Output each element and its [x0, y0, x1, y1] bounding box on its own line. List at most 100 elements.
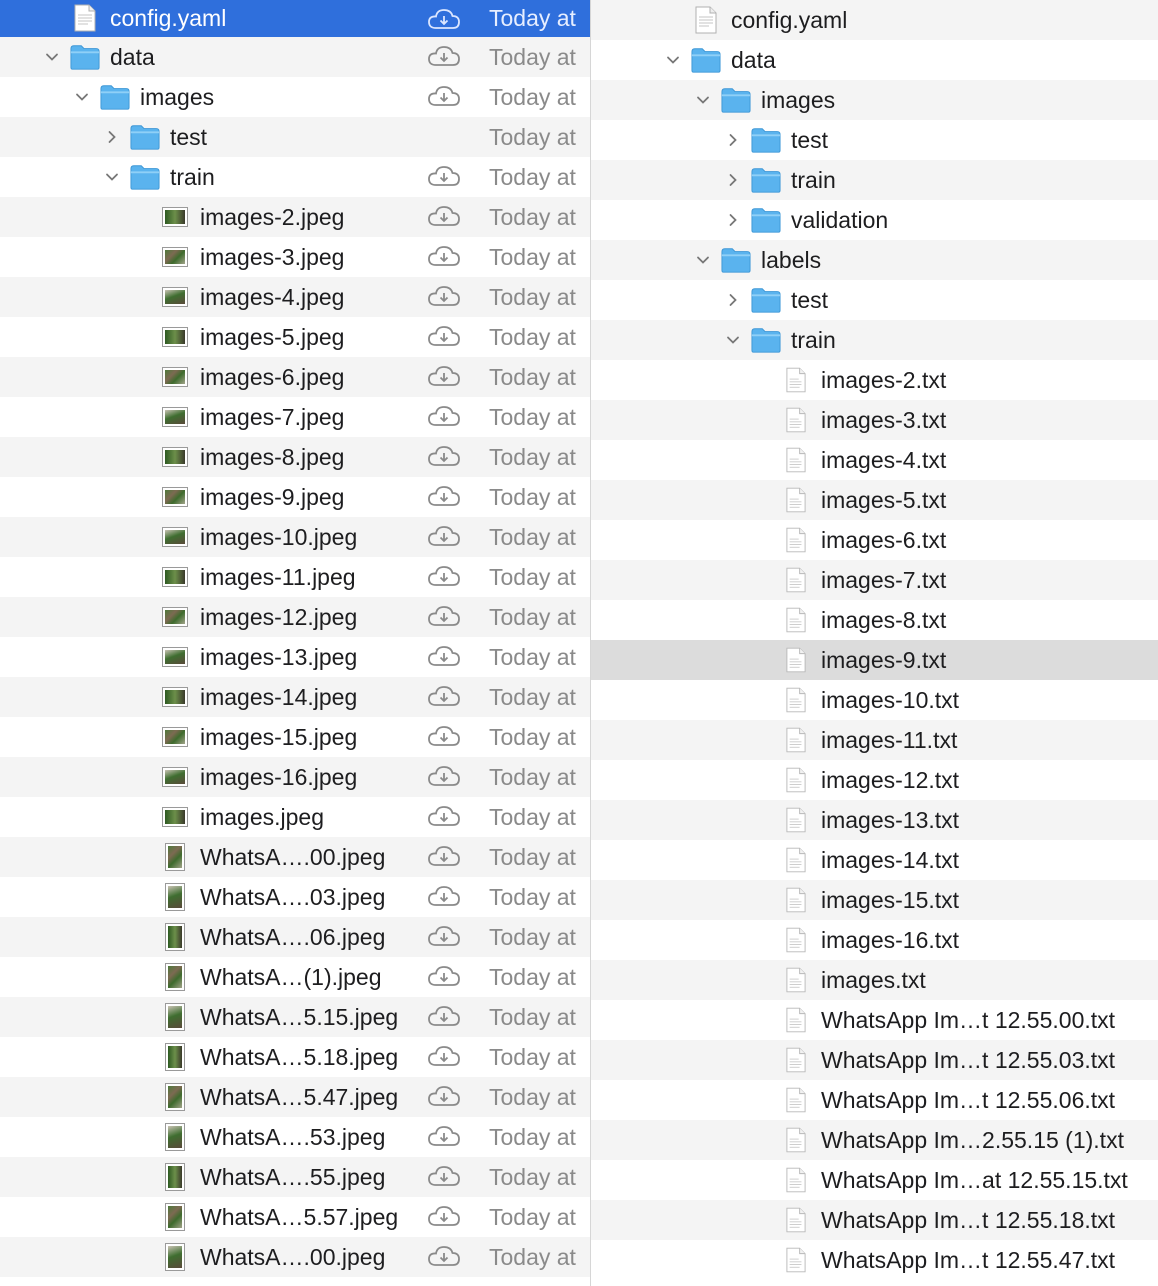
file-row[interactable]: WhatsA…5.18.jpeg Today at — [0, 1037, 590, 1077]
icloud-download-icon[interactable] — [427, 85, 461, 109]
finder-list-left[interactable]: config.yaml Today at data Today at images Tod… — [0, 0, 590, 1286]
file-row[interactable]: WhatsA….03.jpeg Today at — [0, 877, 590, 917]
file-row[interactable]: WhatsApp Im…t 12.55.03.txt — [591, 1040, 1158, 1080]
file-row[interactable]: WhatsA…5.57.jpeg Today at — [0, 1197, 590, 1237]
disclosure-chevron-right-icon[interactable] — [723, 120, 743, 160]
file-row[interactable]: WhatsA…5.15.jpeg Today at — [0, 997, 590, 1037]
file-row[interactable]: WhatsA….00.jpeg Today at — [0, 837, 590, 877]
icloud-download-icon[interactable] — [427, 285, 461, 309]
file-row[interactable]: images-4.txt — [591, 440, 1158, 480]
folder-row[interactable]: data Today at — [0, 37, 590, 77]
file-row[interactable]: WhatsApp Im…at 12.55.15.txt — [591, 1160, 1158, 1200]
file-row[interactable]: WhatsA….06.jpeg Today at — [0, 917, 590, 957]
disclosure-chevron-down-icon[interactable] — [693, 240, 713, 280]
file-row[interactable]: WhatsA…5.47.jpeg Today at — [0, 1077, 590, 1117]
disclosure-chevron-right-icon[interactable] — [102, 117, 122, 157]
icloud-download-icon[interactable] — [427, 685, 461, 709]
disclosure-chevron-down-icon[interactable] — [663, 40, 683, 80]
icloud-download-icon[interactable] — [427, 1085, 461, 1109]
icloud-download-icon[interactable] — [427, 925, 461, 949]
icloud-download-icon[interactable] — [427, 45, 461, 69]
file-row[interactable]: images-16.jpeg Today at — [0, 757, 590, 797]
icloud-download-icon[interactable] — [427, 1125, 461, 1149]
folder-row[interactable]: train Today at — [0, 157, 590, 197]
file-row[interactable]: images-15.txt — [591, 880, 1158, 920]
file-row[interactable]: images-13.txt — [591, 800, 1158, 840]
icloud-download-icon[interactable] — [427, 405, 461, 429]
file-row[interactable]: WhatsA….55.jpeg Today at — [0, 1157, 590, 1197]
icloud-download-icon[interactable] — [427, 725, 461, 749]
disclosure-chevron-right-icon[interactable] — [723, 280, 743, 320]
icloud-download-icon[interactable] — [427, 1205, 461, 1229]
file-row[interactable]: images-12.jpeg Today at — [0, 597, 590, 637]
icloud-download-icon[interactable] — [427, 445, 461, 469]
file-row[interactable]: WhatsApp Im…t 12.55.47.txt — [591, 1240, 1158, 1280]
file-row[interactable]: images-6.txt — [591, 520, 1158, 560]
folder-row[interactable]: test — [591, 120, 1158, 160]
file-row[interactable]: WhatsApp Im…2.55.15 (1).txt — [591, 1120, 1158, 1160]
file-row[interactable]: images-14.txt — [591, 840, 1158, 880]
folder-row[interactable]: train — [591, 160, 1158, 200]
folder-row[interactable]: test — [591, 280, 1158, 320]
disclosure-chevron-down-icon[interactable] — [42, 37, 62, 77]
icloud-download-icon[interactable] — [427, 365, 461, 389]
icloud-download-icon[interactable] — [427, 1245, 461, 1269]
folder-row[interactable]: labels — [591, 240, 1158, 280]
icloud-download-icon[interactable] — [427, 885, 461, 909]
file-row[interactable]: images-5.jpeg Today at — [0, 317, 590, 357]
file-row[interactable]: images-16.txt — [591, 920, 1158, 960]
file-row[interactable]: WhatsApp Im…t 12.55.18.txt — [591, 1200, 1158, 1240]
file-row[interactable]: WhatsApp Im…t 12.55.00.txt — [591, 1000, 1158, 1040]
icloud-download-icon[interactable] — [427, 325, 461, 349]
folder-row[interactable]: test Today at — [0, 117, 590, 157]
file-row[interactable]: images.txt — [591, 960, 1158, 1000]
file-row[interactable]: images-9.txt — [591, 640, 1158, 680]
icloud-download-icon[interactable] — [427, 525, 461, 549]
disclosure-chevron-right-icon[interactable] — [723, 160, 743, 200]
icloud-download-icon[interactable] — [427, 645, 461, 669]
disclosure-chevron-down-icon[interactable] — [72, 77, 92, 117]
folder-row[interactable]: images Today at — [0, 77, 590, 117]
icloud-download-icon[interactable] — [427, 245, 461, 269]
folder-row[interactable]: data — [591, 40, 1158, 80]
icloud-download-icon[interactable] — [427, 205, 461, 229]
file-row[interactable]: images-7.jpeg Today at — [0, 397, 590, 437]
icloud-download-icon[interactable] — [427, 8, 461, 32]
file-row[interactable]: images-13.jpeg Today at — [0, 637, 590, 677]
finder-list-right[interactable]: config.yaml data images test train validation… — [590, 0, 1158, 1286]
file-row[interactable]: images-12.txt — [591, 760, 1158, 800]
file-row[interactable]: images-2.jpeg Today at — [0, 197, 590, 237]
file-row[interactable]: images-14.jpeg Today at — [0, 677, 590, 717]
file-row[interactable]: images-3.jpeg Today at — [0, 237, 590, 277]
file-row[interactable]: images-8.txt — [591, 600, 1158, 640]
file-row[interactable]: images-10.jpeg Today at — [0, 517, 590, 557]
icloud-download-icon[interactable] — [427, 965, 461, 989]
file-row[interactable]: WhatsA….53.jpeg Today at — [0, 1117, 590, 1157]
file-row[interactable]: images-11.txt — [591, 720, 1158, 760]
icloud-download-icon[interactable] — [427, 1165, 461, 1189]
file-row[interactable]: images-11.jpeg Today at — [0, 557, 590, 597]
icloud-download-icon[interactable] — [427, 1005, 461, 1029]
file-row[interactable]: images-10.txt — [591, 680, 1158, 720]
disclosure-chevron-down-icon[interactable] — [102, 157, 122, 197]
file-row[interactable]: images-5.txt — [591, 480, 1158, 520]
icloud-download-icon[interactable] — [427, 605, 461, 629]
file-row[interactable]: WhatsApp Im…t 12.55.06.txt — [591, 1080, 1158, 1120]
folder-row[interactable]: validation — [591, 200, 1158, 240]
file-row[interactable]: WhatsA…(1).jpeg Today at — [0, 957, 590, 997]
file-row[interactable]: images-7.txt — [591, 560, 1158, 600]
folder-row[interactable]: images — [591, 80, 1158, 120]
file-row[interactable]: images-3.txt — [591, 400, 1158, 440]
file-row[interactable]: images-15.jpeg Today at — [0, 717, 590, 757]
file-row[interactable]: images-6.jpeg Today at — [0, 357, 590, 397]
icloud-download-icon[interactable] — [427, 845, 461, 869]
file-row[interactable]: images.jpeg Today at — [0, 797, 590, 837]
disclosure-chevron-down-icon[interactable] — [693, 80, 713, 120]
icloud-download-icon[interactable] — [427, 765, 461, 789]
icloud-download-icon[interactable] — [427, 485, 461, 509]
icloud-download-icon[interactable] — [427, 165, 461, 189]
icloud-download-icon[interactable] — [427, 565, 461, 589]
disclosure-chevron-right-icon[interactable] — [723, 200, 743, 240]
file-row[interactable]: config.yaml Today at — [0, 0, 590, 37]
file-row[interactable]: images-4.jpeg Today at — [0, 277, 590, 317]
